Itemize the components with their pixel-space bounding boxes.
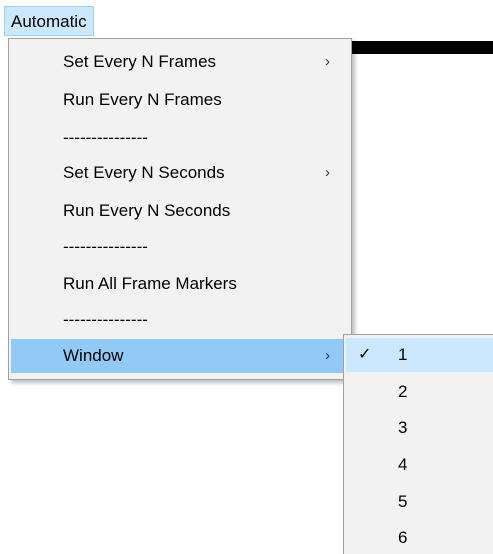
menu-item-label: Run Every N Frames [63, 90, 222, 109]
menu-item-run-every-n-seconds[interactable]: Run Every N Seconds [11, 194, 349, 228]
chevron-right-icon: › [325, 53, 330, 70]
menu-separator-text: --------------- [63, 310, 148, 329]
window-submenu: ✓ 1 2 3 4 5 6 [343, 334, 493, 554]
menu-item-set-every-n-frames[interactable]: Set Every N Frames › [11, 45, 349, 79]
menu-item-run-every-n-frames[interactable]: Run Every N Frames [11, 83, 349, 117]
menu-separator-text: --------------- [63, 237, 148, 256]
submenu-item-3[interactable]: 3 [346, 411, 493, 445]
menu-separator: --------------- [11, 121, 349, 155]
submenu-item-2[interactable]: 2 [346, 375, 493, 409]
menu-item-window[interactable]: Window › [11, 339, 349, 373]
submenu-item-label: 1 [398, 345, 408, 364]
submenu-item-4[interactable]: 4 [346, 448, 493, 482]
menu-item-run-all-frame-markers[interactable]: Run All Frame Markers [11, 267, 349, 301]
submenu-item-label: 6 [398, 528, 408, 547]
chevron-right-icon: › [325, 164, 330, 181]
menu-item-label: Set Every N Seconds [63, 163, 225, 182]
automatic-dropdown-menu: Set Every N Frames › Run Every N Frames … [8, 38, 352, 380]
menu-item-label: Run All Frame Markers [63, 274, 237, 293]
submenu-item-5[interactable]: 5 [346, 485, 493, 519]
menu-item-label: Window [63, 346, 124, 365]
menu-bar: Automatic [0, 0, 493, 40]
submenu-item-label: 4 [398, 455, 408, 474]
menu-item-set-every-n-seconds[interactable]: Set Every N Seconds › [11, 156, 349, 190]
submenu-item-label: 5 [398, 492, 408, 511]
menu-separator: --------------- [11, 303, 349, 337]
checkmark-icon: ✓ [358, 346, 372, 363]
menu-separator: --------------- [11, 230, 349, 264]
submenu-item-label: 3 [398, 418, 408, 437]
background-dark-bar [330, 41, 493, 54]
submenu-item-1[interactable]: ✓ 1 [346, 338, 493, 372]
submenu-item-6[interactable]: 6 [346, 521, 493, 554]
submenu-item-label: 2 [398, 382, 408, 401]
chevron-right-icon: › [325, 347, 330, 364]
menu-automatic[interactable]: Automatic [4, 6, 94, 36]
menu-item-label: Run Every N Seconds [63, 201, 231, 220]
menu-separator-text: --------------- [63, 128, 148, 147]
screen: Automatic Set Every N Frames › Run Every… [0, 0, 493, 554]
menu-item-label: Set Every N Frames [63, 52, 217, 71]
